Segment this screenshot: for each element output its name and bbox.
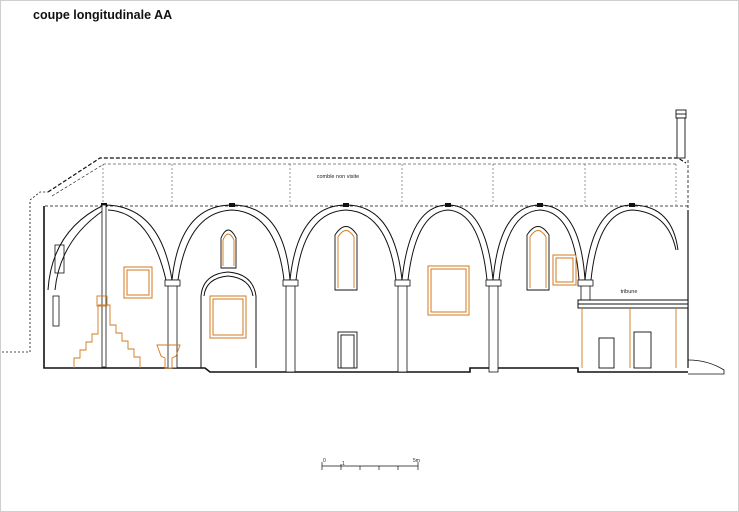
nave-outline xyxy=(43,206,689,373)
scale-bar xyxy=(321,462,419,470)
piers xyxy=(101,204,594,373)
scale-tick-1: 1 xyxy=(342,461,345,467)
scale-tick-5: 5m xyxy=(413,458,420,464)
tribune-supports xyxy=(581,308,677,368)
exterior-ground-right xyxy=(687,359,725,375)
vault-arches xyxy=(47,204,679,291)
tribune-label: tribune xyxy=(621,289,638,295)
painting-frames[interactable] xyxy=(123,254,577,339)
left-wall-details xyxy=(52,244,65,327)
chimney xyxy=(675,109,687,159)
lancet-windows-inner xyxy=(222,230,547,288)
section-drawing: comble non visite tribune 0 1 5m xyxy=(2,109,725,470)
scale-tick-0: 0 xyxy=(323,458,326,464)
roof-profile xyxy=(45,157,689,210)
staircase xyxy=(73,295,141,368)
tribune xyxy=(577,299,689,309)
exterior-ground-left xyxy=(2,191,48,353)
attic-label: comble non visite xyxy=(317,174,360,180)
central-niche[interactable] xyxy=(200,271,257,368)
attic-marker-lines xyxy=(102,164,677,205)
